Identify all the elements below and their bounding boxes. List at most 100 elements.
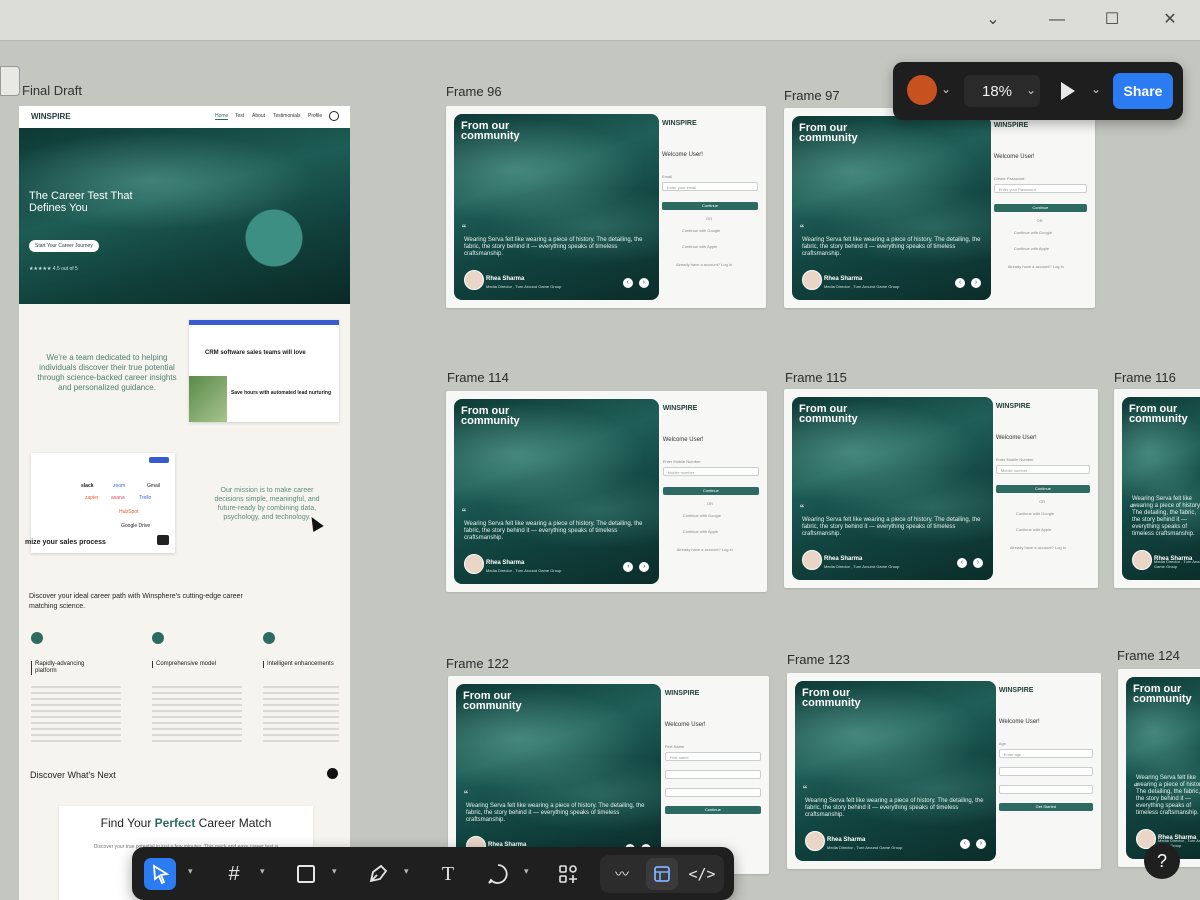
text-tool-icon[interactable]: T: [432, 858, 464, 890]
comment-tool-icon[interactable]: [482, 858, 514, 890]
close-button[interactable]: ✕: [1155, 8, 1185, 32]
nav-about[interactable]: About: [252, 113, 265, 119]
login-frame[interactable]: From our community “ Wearing Serva felt l…: [448, 676, 769, 874]
apple-button[interactable]: Continue with Apple: [1014, 246, 1049, 251]
frame-tool-icon[interactable]: #: [218, 858, 250, 890]
pen-tool-icon[interactable]: [362, 858, 394, 890]
frame-label[interactable]: Frame 96: [446, 84, 502, 99]
form-input-2[interactable]: [998, 767, 1093, 776]
login-frame[interactable]: From our community “ Wearing Serva felt l…: [446, 391, 767, 592]
arrow-left-icon[interactable]: ‹: [622, 278, 633, 288]
comment-chevron-icon[interactable]: ▾: [524, 866, 529, 877]
testimonial-role: Media Director , Turn Around Game Group: [824, 564, 900, 569]
form-input[interactable]: Mobile number: [995, 465, 1090, 474]
arrow-down-icon[interactable]: [327, 768, 338, 779]
form-input-3[interactable]: [998, 785, 1093, 794]
frame-label[interactable]: Frame 122: [446, 656, 509, 671]
pen-chevron-icon[interactable]: ▾: [404, 866, 409, 877]
maximize-button[interactable]: ☐: [1097, 8, 1127, 32]
nav-testimonials[interactable]: Testimonials: [273, 113, 301, 119]
panel-toggle[interactable]: [0, 66, 20, 96]
login-frame[interactable]: From our community “ Wearing Serva felt l…: [787, 673, 1101, 869]
google-button[interactable]: Continue with Google: [1014, 230, 1052, 235]
arrow-right-icon[interactable]: ›: [971, 278, 982, 288]
start-journey-button[interactable]: Start Your Career Journey: [29, 240, 99, 252]
continue-button[interactable]: Continue: [662, 487, 759, 495]
form-input[interactable]: Enter your Password: [993, 184, 1087, 193]
frame-label[interactable]: Frame 116: [1114, 370, 1176, 385]
apple-button[interactable]: Continue with Apple: [1016, 527, 1051, 532]
form-input-2[interactable]: [664, 770, 761, 779]
arrow-right-icon[interactable]: ›: [639, 562, 650, 572]
user-icon[interactable]: [329, 111, 339, 121]
shape-chevron-icon[interactable]: ▾: [332, 866, 337, 877]
continue-button[interactable]: Continue: [662, 202, 758, 210]
google-button[interactable]: Continue with Google: [1016, 511, 1054, 516]
nav-home[interactable]: Home: [215, 113, 229, 120]
move-tool-icon[interactable]: [144, 858, 176, 890]
login-link[interactable]: Already have a account? Log in: [1010, 545, 1066, 550]
nav-test[interactable]: Test: [235, 113, 244, 119]
form-input[interactable]: Mobile number: [662, 467, 759, 476]
field-label: Create Password: [993, 176, 1025, 181]
arrow-left-icon[interactable]: ‹: [959, 839, 970, 849]
cta-pill[interactable]: [149, 457, 169, 463]
frame-chevron-icon[interactable]: ▾: [260, 866, 265, 877]
arrow-left-icon[interactable]: ‹: [955, 278, 966, 288]
login-link[interactable]: Already have a account? Log in: [677, 547, 733, 552]
play-icon[interactable]: [1061, 82, 1075, 100]
continue-button[interactable]: Continue: [993, 204, 1087, 212]
frame-label[interactable]: Frame 97: [784, 88, 840, 103]
final-draft-frame[interactable]: WINSPIRE Home Test About Testimonials Pr…: [19, 106, 350, 900]
minimize-button[interactable]: —: [1042, 8, 1072, 32]
login-frame[interactable]: From our community “ Wearing Serva felt l…: [446, 106, 766, 308]
play-chevron-icon[interactable]: ⌄: [1091, 82, 1101, 96]
form-input[interactable]: First name: [664, 752, 761, 761]
continue-button[interactable]: Get Started: [998, 803, 1093, 811]
draft-logo: WINSPIRE: [31, 112, 71, 121]
rectangle-tool-icon[interactable]: [290, 858, 322, 890]
continue-button[interactable]: Continue: [995, 485, 1090, 493]
move-chevron-icon[interactable]: ▾: [188, 866, 193, 877]
avatar[interactable]: [907, 75, 937, 105]
apple-button[interactable]: Continue with Apple: [682, 244, 717, 249]
chat-icon[interactable]: [157, 535, 169, 545]
draw-mode-icon[interactable]: 〰: [606, 858, 638, 890]
apple-button[interactable]: Continue with Apple: [683, 529, 718, 534]
login-link[interactable]: Already have a account? Log in: [1008, 264, 1064, 269]
hero-title-line2: community: [461, 130, 520, 142]
help-button[interactable]: ?: [1144, 843, 1180, 879]
form-input-3[interactable]: [664, 788, 761, 797]
frame-label[interactable]: Frame 114: [447, 370, 509, 385]
login-frame[interactable]: From our community “ Wearing Serva felt l…: [1118, 669, 1200, 867]
design-mode-icon[interactable]: [646, 858, 678, 890]
form-input[interactable]: Enter your email: [662, 182, 758, 191]
brand-logo: WINSPIRE: [662, 120, 697, 127]
chevron-down-icon[interactable]: ⌄: [941, 82, 951, 96]
google-button[interactable]: Continue with Google: [683, 513, 721, 518]
arrow-left-icon[interactable]: ‹: [623, 562, 634, 572]
login-frame[interactable]: From our community “ Wearing Serva felt l…: [784, 108, 1095, 308]
arrow-right-icon[interactable]: ›: [638, 278, 649, 288]
arrow-right-icon[interactable]: ›: [975, 839, 986, 849]
login-frame[interactable]: From our community “ Wearing Serva felt l…: [1114, 389, 1200, 588]
nav-profile[interactable]: Profile: [308, 113, 322, 119]
google-button[interactable]: Continue with Google: [682, 228, 720, 233]
frame-label[interactable]: Frame 124: [1117, 648, 1180, 663]
login-frame[interactable]: From our community “ Wearing Serva felt l…: [784, 389, 1098, 588]
form-input[interactable]: Enter age: [998, 749, 1093, 758]
dev-mode-icon[interactable]: </>: [686, 858, 718, 890]
frame-label[interactable]: Frame 123: [787, 652, 850, 667]
login-link[interactable]: Already have a account? Log in: [676, 262, 732, 267]
avatar: [1132, 550, 1152, 570]
frame-label-final-draft[interactable]: Final Draft: [22, 83, 82, 98]
arrow-left-icon[interactable]: ‹: [956, 558, 967, 568]
arrow-right-icon[interactable]: ›: [972, 558, 983, 568]
share-button[interactable]: Share: [1113, 73, 1173, 109]
chevron-down-icon[interactable]: ⌄: [978, 8, 1008, 32]
frame-label[interactable]: Frame 115: [785, 370, 847, 385]
zoom-control[interactable]: 18% ⌄: [964, 75, 1040, 107]
model-icon: [152, 632, 164, 644]
actions-tool-icon[interactable]: [552, 858, 584, 890]
continue-button[interactable]: Continue: [664, 806, 761, 814]
